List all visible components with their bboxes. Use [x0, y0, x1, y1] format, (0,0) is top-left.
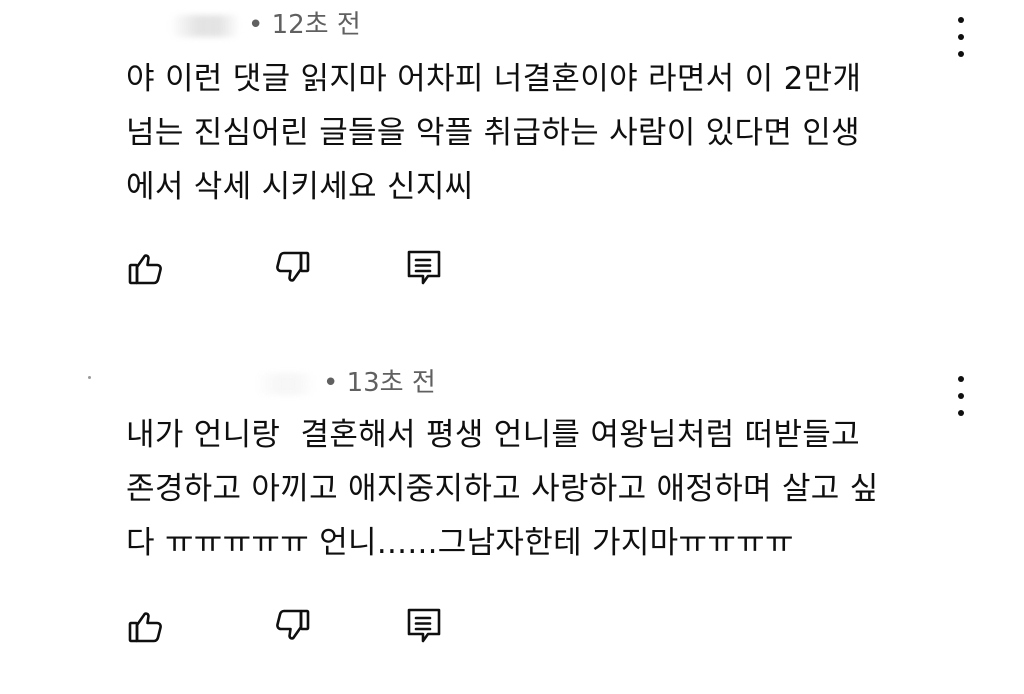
speck	[88, 376, 91, 379]
thumbs-up-icon	[128, 612, 162, 643]
author-name-blurred[interactable]	[255, 372, 315, 395]
more-vert-icon-dot	[958, 410, 964, 416]
comment-meta: • 13초 전	[255, 368, 436, 398]
comment-reply-icon	[407, 608, 441, 643]
thumbs-down-icon	[276, 609, 310, 640]
more-vert-icon-dot	[958, 393, 964, 399]
more-actions-button[interactable]	[948, 376, 974, 416]
comment-text: 내가 언니랑 결혼해서 평생 언니를 여왕님처럼 떠받들고 존경하고 아끼고 애…	[126, 417, 879, 561]
reply-button[interactable]	[404, 606, 444, 646]
comment-item: • 13초 전 내가 언니랑 결혼해서 평생 언니를 여왕님처럼 떠받들고 존경…	[0, 0, 1024, 694]
comment-timestamp: • 13초 전	[323, 368, 436, 398]
more-vert-icon	[958, 376, 964, 382]
dislike-button[interactable]	[272, 606, 312, 646]
like-button[interactable]	[126, 606, 166, 646]
